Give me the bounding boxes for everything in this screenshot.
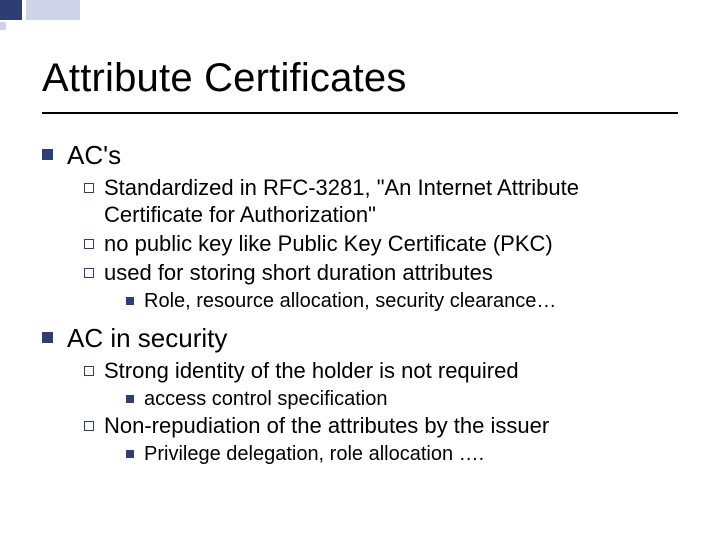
hollow-square-bullet-icon: [84, 268, 94, 278]
title-underline: [42, 112, 678, 114]
list-item: Strong identity of the holder is not req…: [84, 358, 678, 385]
square-bullet-icon: [126, 395, 134, 403]
sublist-item: Privilege delegation, role allocation ….: [126, 442, 678, 466]
list-item-text: Non-repudiation of the attributes by the…: [104, 413, 549, 440]
accent-light-bar: [26, 0, 80, 20]
sublist-item-text: Privilege delegation, role allocation ….: [144, 442, 484, 466]
square-bullet-icon: [126, 450, 134, 458]
list-item-text: Standardized in RFC-3281, "An Internet A…: [104, 175, 678, 229]
hollow-square-bullet-icon: [84, 421, 94, 431]
list-item: Standardized in RFC-3281, "An Internet A…: [84, 175, 678, 229]
section-heading-text: AC's: [67, 140, 121, 171]
section-heading: AC in security: [42, 323, 678, 354]
list-item: used for storing short duration attribut…: [84, 260, 678, 287]
sublist-item: access control specification: [126, 387, 678, 411]
slide-title: Attribute Certificates: [42, 56, 407, 101]
square-bullet-icon: [126, 297, 134, 305]
list-item: no public key like Public Key Certificat…: [84, 231, 678, 258]
hollow-square-bullet-icon: [84, 366, 94, 376]
list-item-text: Strong identity of the holder is not req…: [104, 358, 519, 385]
sublist-item-text: Role, resource allocation, security clea…: [144, 289, 556, 313]
list-item: Non-repudiation of the attributes by the…: [84, 413, 678, 440]
section-heading-text: AC in security: [67, 323, 227, 354]
list-item-text: no public key like Public Key Certificat…: [104, 231, 553, 258]
corner-accent: [0, 0, 86, 20]
slide-body: AC's Standardized in RFC-3281, "An Inter…: [42, 130, 678, 467]
square-bullet-icon: [42, 332, 53, 343]
slide: Attribute Certificates AC's Standardized…: [0, 0, 720, 540]
accent-tiny-square: [0, 22, 6, 30]
sublist-item-text: access control specification: [144, 387, 387, 411]
accent-dark-square: [0, 0, 22, 20]
sublist-item: Role, resource allocation, security clea…: [126, 289, 678, 313]
list-item-text: used for storing short duration attribut…: [104, 260, 493, 287]
hollow-square-bullet-icon: [84, 239, 94, 249]
square-bullet-icon: [42, 149, 53, 160]
hollow-square-bullet-icon: [84, 183, 94, 193]
section-heading: AC's: [42, 140, 678, 171]
